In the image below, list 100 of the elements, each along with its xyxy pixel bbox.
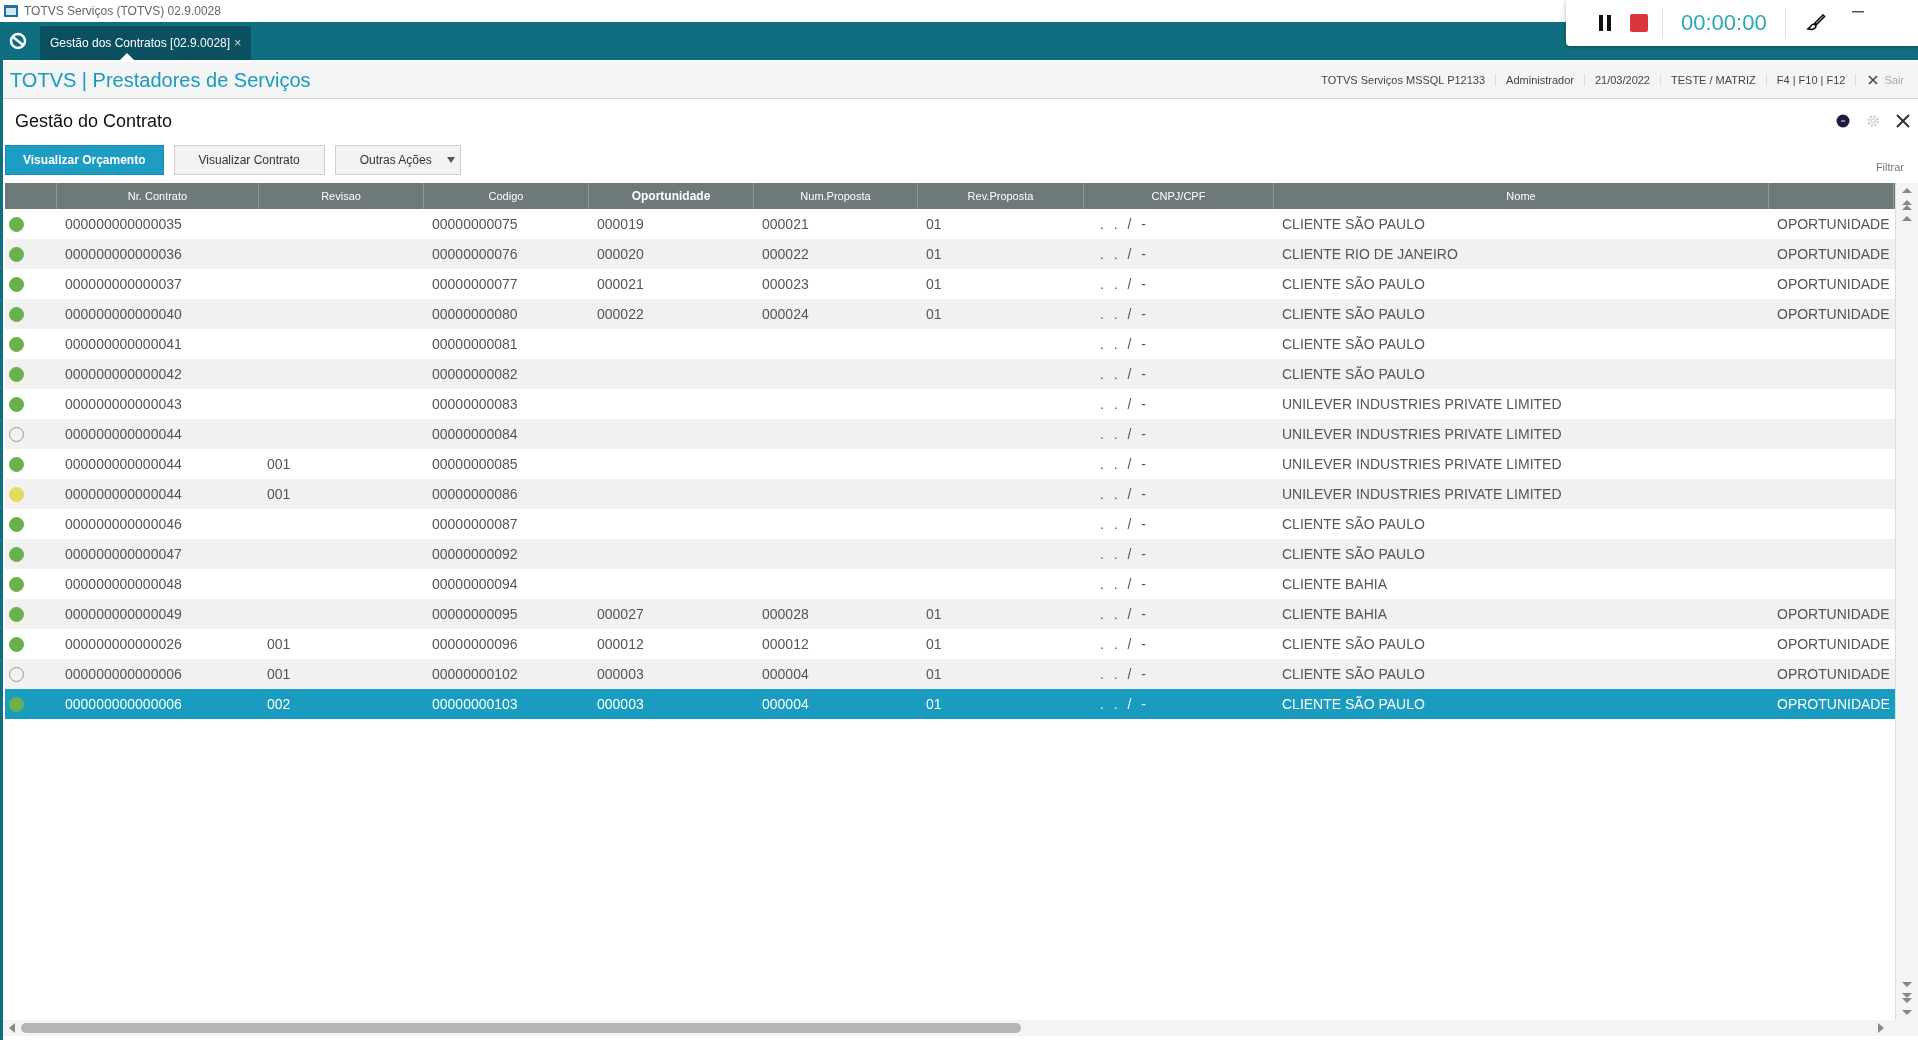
table-cell: . . / - — [1100, 306, 1146, 322]
session-info: TESTE / MATRIZ — [1661, 74, 1767, 86]
table-cell: 000000000000037 — [65, 276, 182, 292]
brush-icon[interactable] — [1805, 13, 1826, 33]
table-cell: . . / - — [1100, 696, 1146, 712]
table-cell: 001 — [267, 486, 291, 502]
table-cell: 00000000077 — [432, 276, 518, 292]
table-cell: 000000000000043 — [65, 396, 182, 412]
table-row[interactable]: 000000000000036 00000000076 000020 000022 01 . . / - CLIENTE RIO DE JANEIRO OPORTUNIDADE — [5, 239, 1895, 269]
table-cell: 000000000000006 — [65, 666, 182, 682]
table-cell: . . / - — [1100, 546, 1146, 562]
circle-slash-icon[interactable] — [8, 31, 28, 51]
table-cell: CLIENTE SÃO PAULO — [1282, 546, 1425, 562]
table-cell: 01 — [926, 666, 942, 682]
table-cell: 000027 — [597, 606, 644, 622]
tab[interactable]: Gestão dos Contratos [02.9.0028] × — [40, 26, 252, 60]
table-cell: CLIENTE SÃO PAULO — [1282, 306, 1425, 322]
pause-icon[interactable] — [1598, 14, 1612, 32]
table-cell: OPORTUNIDADE — [1777, 636, 1890, 652]
table-cell: 00000000080 — [432, 306, 518, 322]
table-cell: 000000000000046 — [65, 516, 182, 532]
table-cell: OPROTUNIDADE — [1777, 696, 1890, 712]
table-row[interactable]: 000000000000044 001 00000000086 . . / - UNILEVER INDUSTRIES PRIVATE LIMITED — [5, 479, 1895, 509]
table-row[interactable]: 000000000000049 00000000095 000027 000028 01 . . / - CLIENTE BAHIA OPORTUNIDADE — [5, 599, 1895, 629]
table-cell: 000000000000036 — [65, 246, 182, 262]
table-cell: OPORTUNIDADE — [1777, 246, 1890, 262]
table-cell: 000000000000044 — [65, 456, 182, 472]
recording-timer: 00:00:00 — [1681, 10, 1767, 36]
table-cell: 000000000000044 — [65, 426, 182, 442]
table-cell: 01 — [926, 696, 942, 712]
scroll-top-icon[interactable] — [1902, 187, 1912, 195]
page-up-icon[interactable] — [1902, 199, 1912, 211]
session-info: F4 | F10 | F12 — [1766, 74, 1857, 86]
table-cell: OPORTUNIDADE — [1777, 216, 1890, 232]
table-cell: 000000000000041 — [65, 336, 182, 352]
page-down-icon[interactable] — [1902, 992, 1912, 1004]
filter-link[interactable]: Filtrar — [1875, 161, 1904, 173]
table-cell: UNILEVER INDUSTRIES PRIVATE LIMITED — [1282, 396, 1562, 412]
table-cell: OPORTUNIDADE — [1777, 276, 1890, 292]
scroll-up-icon[interactable] — [1902, 215, 1912, 223]
table-cell: CLIENTE BAHIA — [1282, 606, 1388, 622]
table-cell: 000019 — [597, 216, 644, 232]
table-cell: . . / - — [1100, 636, 1146, 652]
table-cell: UNILEVER INDUSTRIES PRIVATE LIMITED — [1282, 486, 1562, 502]
caret-icon — [445, 156, 456, 164]
table-cell: CLIENTE SÃO PAULO — [1282, 666, 1425, 682]
table-cell: 000004 — [762, 666, 809, 682]
table-cell: 00000000096 — [432, 636, 518, 652]
scroll-bottom-icon[interactable] — [1902, 1008, 1912, 1016]
scrollbar-thumb[interactable] — [21, 1023, 1021, 1033]
table-cell: . . / - — [1100, 396, 1146, 412]
table-cell: 01 — [926, 276, 942, 292]
table-cell: 00000000086 — [432, 486, 518, 502]
session-info: TOTVS Serviços MSSQL P12133 — [1311, 74, 1497, 86]
table-cell: 00000000081 — [432, 336, 518, 352]
minimize-icon[interactable] — [1851, 11, 1864, 13]
table-cell: 000024 — [762, 306, 809, 322]
table-cell: . . / - — [1100, 246, 1146, 262]
table-cell: 000022 — [762, 246, 809, 262]
table-cell: OPROTUNIDADE — [1777, 666, 1890, 682]
table-cell: . . / - — [1100, 426, 1146, 442]
table-cell: CLIENTE RIO DE JANEIRO — [1282, 246, 1458, 262]
table-cell: 000000000000049 — [65, 606, 182, 622]
table-row[interactable]: 000000000000044 00000000084 . . / - UNILEVER INDUSTRIES PRIVATE LIMITED — [5, 419, 1895, 449]
table-cell: 00000000094 — [432, 576, 518, 592]
table-cell: 01 — [926, 216, 942, 232]
table-row[interactable]: 000000000000040 00000000080 000022 000024 01 . . / - CLIENTE SÃO PAULO OPORTUNIDADE — [5, 299, 1895, 329]
table-cell: UNILEVER INDUSTRIES PRIVATE LIMITED — [1282, 456, 1562, 472]
dark-circle-icon[interactable] — [1836, 114, 1850, 128]
table-cell: 000028 — [762, 606, 809, 622]
table-cell: 01 — [926, 246, 942, 262]
scroll-right-icon[interactable] — [1878, 1023, 1884, 1033]
table-cell: 000000000000040 — [65, 306, 182, 322]
close-icon[interactable] — [1896, 114, 1910, 128]
table-row[interactable]: 000000000000047 00000000092 . . / - CLIENTE SÃO PAULO — [5, 539, 1895, 569]
table-row[interactable]: 000000000000042 00000000082 . . / - CLIENTE SÃO PAULO — [5, 359, 1895, 389]
page-title: Gestão do Contrato — [15, 110, 174, 132]
table-cell: . . / - — [1100, 606, 1146, 622]
table-cell: CLIENTE SÃO PAULO — [1282, 636, 1425, 652]
other-actions-button[interactable]: Outras Ações — [334, 145, 461, 175]
table-cell: 01 — [926, 636, 942, 652]
table-cell: 002 — [267, 696, 291, 712]
table-row[interactable]: 000000000000006 001 00000000102 000003 000004 01 . . / - CLIENTE SÃO PAULO OPROTUNIDADE — [5, 659, 1895, 689]
table-cell: 001 — [267, 636, 291, 652]
table-cell: 001 — [267, 666, 291, 682]
table-cell: . . / - — [1100, 336, 1146, 352]
table-cell: 00000000084 — [432, 426, 518, 442]
table-cell: 000003 — [597, 666, 644, 682]
table-cell: . . / - — [1100, 576, 1146, 592]
table-cell: 000000000000044 — [65, 486, 182, 502]
view-contract-button[interactable]: Visualizar Contrato — [173, 145, 325, 175]
table-cell: 01 — [926, 606, 942, 622]
scroll-down-icon[interactable] — [1902, 980, 1912, 988]
table-cell: 00000000082 — [432, 366, 518, 382]
table-cell: 00000000083 — [432, 396, 518, 412]
table-cell: . . / - — [1100, 366, 1146, 382]
table-cell: . . / - — [1100, 456, 1146, 472]
table-cell: 00000000092 — [432, 546, 518, 562]
window-icon — [4, 5, 18, 17]
scroll-left-icon[interactable] — [9, 1023, 15, 1033]
